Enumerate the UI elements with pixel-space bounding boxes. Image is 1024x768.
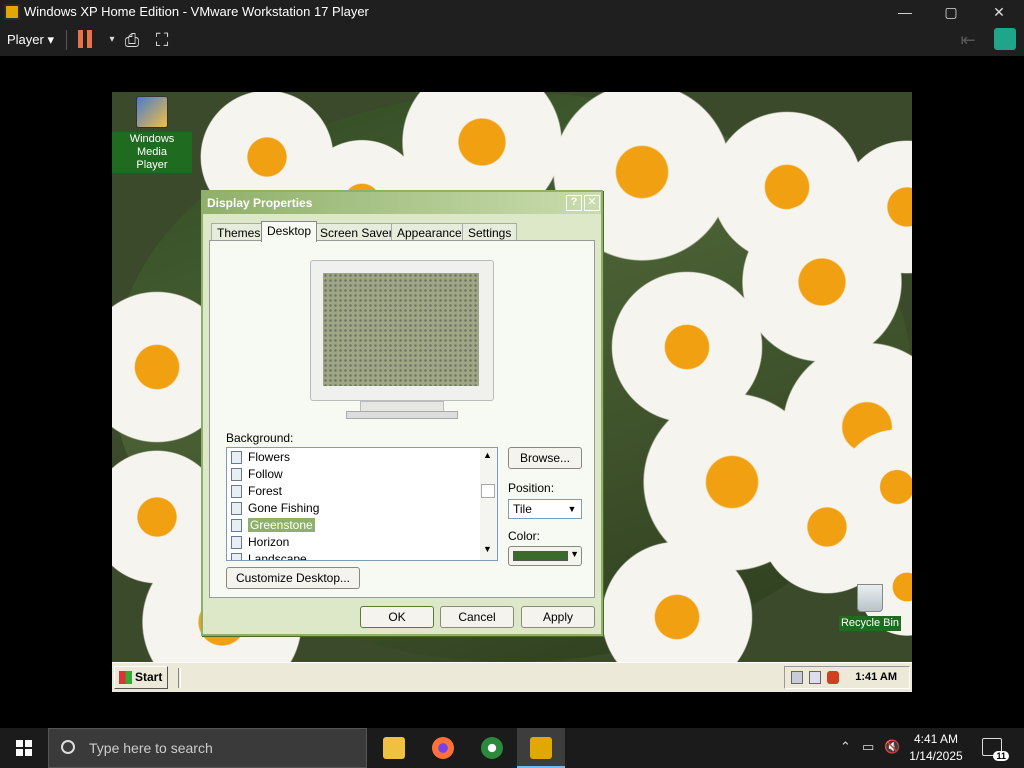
wallpaper-preview [323,273,479,386]
vmware-player-button[interactable] [517,728,565,768]
guest-system-tray: 1:41 AM [784,666,910,689]
desktop-icon-label: Recycle Bin [838,616,902,631]
guest-clock[interactable]: 1:41 AM [855,671,897,683]
image-file-icon [231,519,242,533]
list-item[interactable]: Follow [231,466,283,483]
recycle-bin-icon [857,584,883,612]
list-item[interactable]: Landscape [231,551,307,560]
windows-media-player-shortcut[interactable]: Windows Media Player [112,96,192,173]
recycle-bin-shortcut[interactable]: Recycle Bin [830,584,910,631]
desktop-icon-label: Windows Media Player [112,132,192,173]
host-start-button[interactable] [0,728,48,768]
dialog-title: Display Properties [207,196,313,210]
apply-button[interactable]: Apply [521,606,595,628]
window-title: Windows XP Home Edition - VMware Worksta… [24,4,369,19]
dialog-titlebar[interactable]: Display Properties ? ✕ [203,192,601,214]
monitor-preview [310,260,494,422]
chevron-down-icon: ▼ [570,549,579,559]
network-icon[interactable]: ▭ [862,739,874,755]
color-swatch [513,551,568,561]
volume-icon[interactable] [809,671,821,684]
background-list[interactable]: Flowers Follow Forest Gone Fishing Green… [226,447,498,561]
help-button[interactable]: ? [566,195,582,211]
list-item[interactable]: Flowers [231,449,290,466]
windows-flag-icon [119,671,132,684]
color-label: Color: [508,529,541,543]
scroll-down-icon[interactable]: ▼ [483,544,492,554]
windows-logo-icon [16,740,32,756]
guest-taskbar: Start 1:41 AM [112,662,912,692]
vmware-player-icon [530,737,552,759]
dialog-close-button[interactable]: ✕ [584,195,600,211]
color-picker-button[interactable]: ▼ [508,546,582,566]
start-button[interactable]: Start [114,666,168,689]
toolbar-separator [66,30,67,50]
vmware-app-icon [4,4,20,20]
image-file-icon [231,468,242,482]
close-button[interactable]: ✕ [976,0,1022,24]
vmware-toolbar: Player ▾ ▾ ⎙ ⛶ ⇤ [0,24,1024,56]
image-file-icon [231,502,242,516]
vm-settings-icon[interactable] [994,28,1016,50]
list-item[interactable]: Forest [231,483,282,500]
show-hidden-icons-icon[interactable]: ⌃ [840,739,851,755]
search-icon [61,740,75,754]
tab-settings[interactable]: Settings [462,223,518,241]
security-shield-icon[interactable] [827,671,839,684]
list-item[interactable]: Horizon [231,534,289,551]
internet-explorer-icon [481,737,503,759]
list-item-selected[interactable]: Greenstone [231,517,315,534]
position-value: Tile [513,502,532,516]
file-explorer-button[interactable] [370,728,418,768]
vmware-titlebar: Windows XP Home Edition - VMware Worksta… [0,0,1024,24]
host-time: 4:41 AM [913,732,959,746]
tab-desktop[interactable]: Desktop [261,221,318,242]
ok-button[interactable]: OK [360,606,434,628]
notification-center-icon[interactable]: 11 [982,738,1009,761]
chevron-down-icon: ▼ [567,504,577,514]
position-select[interactable]: Tile ▼ [508,499,582,519]
notification-count: 11 [993,751,1009,761]
host-date: 1/14/2025 [909,749,963,763]
minimize-button[interactable]: — [882,0,928,24]
position-label: Position: [508,481,555,495]
guest-screen: Windows Media Player Recycle Bin Display … [112,92,912,692]
firefox-button[interactable] [419,728,467,768]
tab-themes[interactable]: Themes [211,223,267,241]
scroll-thumb[interactable] [481,484,495,498]
image-file-icon [231,451,242,465]
host-taskbar: Type here to search ⌃ ▭ 🔇 4:41 AM 1/14/2… [0,728,1024,768]
file-explorer-icon [383,737,405,759]
list-scrollbar[interactable]: ▲ ▼ [480,448,497,560]
search-placeholder: Type here to search [89,740,213,756]
scroll-up-icon[interactable]: ▲ [483,450,492,460]
taskbar-grip[interactable] [178,668,181,688]
cancel-button[interactable]: Cancel [440,606,514,628]
unity-icon[interactable]: ⇤ [956,28,980,52]
browse-button[interactable]: Browse... [508,447,582,469]
maximize-button[interactable]: ▢ [928,0,974,24]
internet-explorer-button[interactable] [468,728,516,768]
send-ctrl-alt-del-icon[interactable]: ⎙ [120,28,144,52]
fullscreen-icon[interactable]: ⛶ [150,28,174,52]
host-clock[interactable]: 4:41 AM 1/14/2025 [892,731,980,765]
image-file-icon [231,536,242,550]
player-menu[interactable]: Player ▾ [7,32,54,48]
host-search-box[interactable]: Type here to search [48,728,367,768]
desktop-tab-page: Background: Flowers Follow Forest Gone F… [209,240,595,598]
background-label: Background: [226,431,294,445]
tab-appearance[interactable]: Appearance [391,223,468,241]
pause-icon[interactable] [78,30,94,50]
display-properties-dialog: Display Properties ? ✕ Themes Desktop Sc… [201,190,603,636]
network-icon[interactable] [791,671,803,684]
image-file-icon [231,485,242,499]
tab-screen-saver[interactable]: Screen Saver [314,223,399,241]
windows-media-player-icon [136,96,168,128]
customize-desktop-button[interactable]: Customize Desktop... [226,567,360,589]
list-item[interactable]: Gone Fishing [231,500,319,517]
image-file-icon [231,553,242,560]
firefox-icon [432,737,454,759]
